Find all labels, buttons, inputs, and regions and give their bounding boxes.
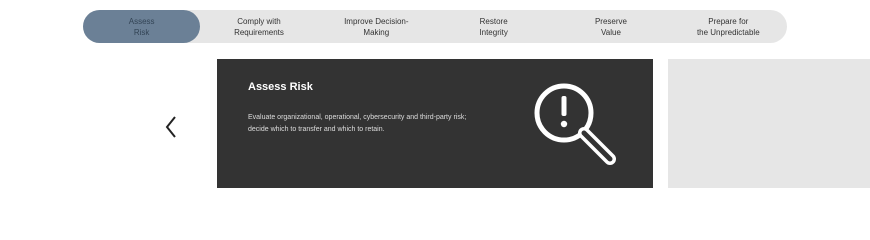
magnifier-exclamation-icon [534, 83, 616, 165]
next-slide-preview[interactable] [668, 59, 870, 188]
slide-card: Assess Risk Evaluate organizational, ope… [217, 59, 653, 188]
tab-assess-risk[interactable]: Assess Risk [83, 10, 201, 43]
tab-comply-with-requirements[interactable]: Comply with Requirements [200, 10, 317, 43]
card-description: Evaluate organizational, operational, cy… [248, 114, 467, 133]
tab-improve-decision-making[interactable]: Improve Decision- Making [318, 10, 435, 43]
chevron-left-icon [165, 116, 176, 138]
tab-bar: Assess Risk Comply with Requirements Imp… [83, 10, 787, 43]
previous-slide-button[interactable] [159, 113, 183, 141]
tab-restore-integrity[interactable]: Restore Integrity [435, 10, 552, 43]
tab-prepare-for-unpredictable[interactable]: Prepare for the Unpredictable [670, 10, 787, 43]
card-title: Assess Risk [248, 81, 313, 93]
tab-preserve-value[interactable]: Preserve Value [552, 10, 669, 43]
